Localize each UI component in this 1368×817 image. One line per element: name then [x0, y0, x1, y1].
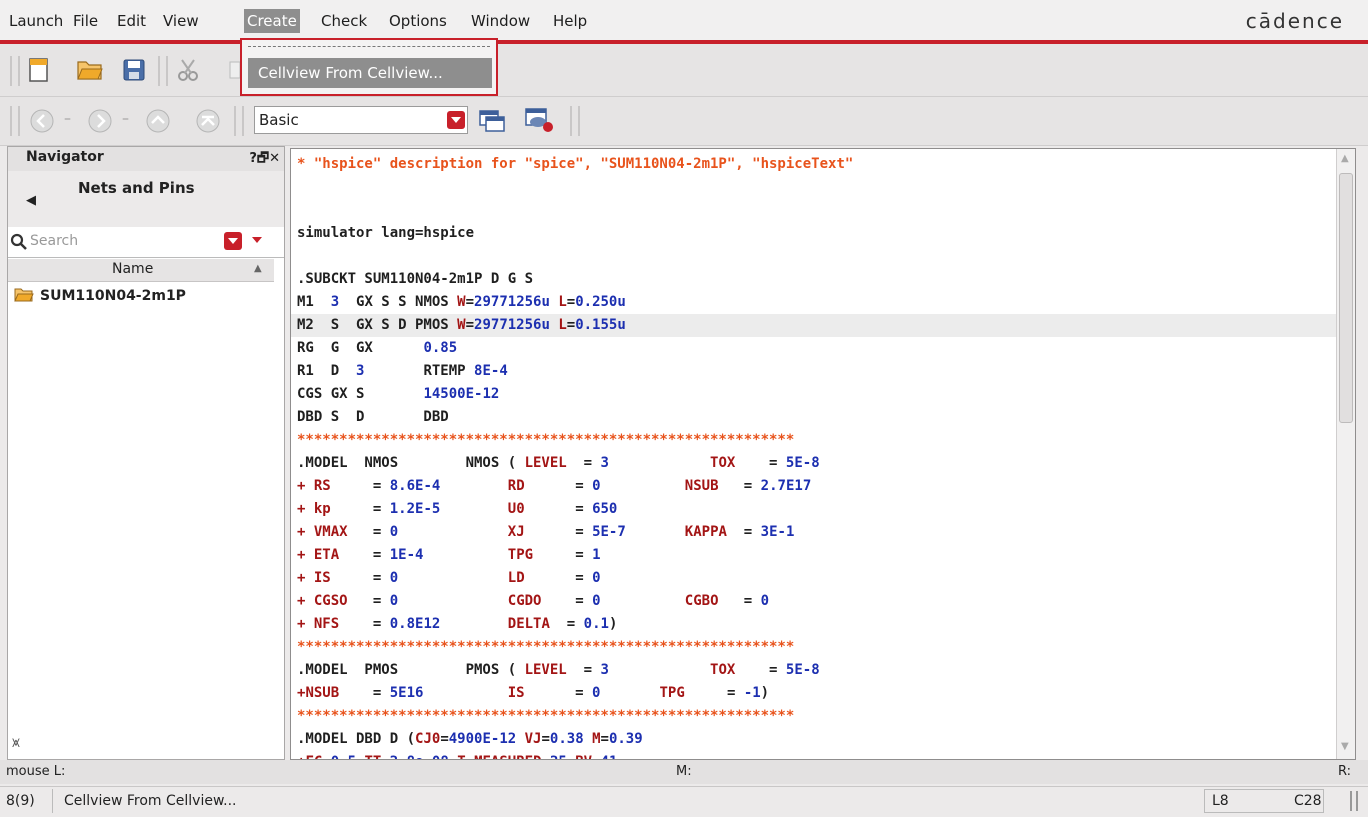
sort-ascending-icon[interactable]: ▲ [254, 263, 262, 274]
scroll-down-icon[interactable]: ▼ [1341, 741, 1349, 752]
code-line[interactable]: + IS = 0 LD = 0 [297, 567, 601, 590]
menu-window[interactable]: Window [468, 9, 533, 33]
code-line[interactable]: ****************************************… [297, 636, 794, 659]
code-line[interactable]: + CGSO = 0 CGDO = 0 CGBO = 0 [297, 590, 769, 613]
save-icon[interactable] [122, 58, 148, 82]
chevron-down-icon[interactable] [447, 111, 465, 129]
search-placeholder: Search [30, 233, 79, 249]
triangle-left-icon[interactable]: ◀ [26, 193, 36, 208]
navigator-panel: Navigator ?🗗✕ ◀ Nets and Pins Search Nam… [7, 146, 285, 760]
status-message: Cellview From Cellview... [64, 793, 237, 809]
navigator-header: Navigator ?🗗✕ [8, 147, 284, 171]
menu-view[interactable]: View [160, 9, 202, 33]
code-line[interactable]: ****************************************… [297, 705, 794, 728]
vertical-scrollbar[interactable]: ▲ ▼ [1336, 149, 1355, 759]
mouse-left-label: mouse L: [6, 764, 66, 779]
forward-icon[interactable] [86, 107, 114, 135]
back-icon[interactable] [28, 107, 56, 135]
code-line[interactable]: + kp = 1.2E-5 U0 = 650 [297, 498, 617, 521]
menu-options[interactable]: Options [386, 9, 450, 33]
mouse-middle-label: M: [676, 764, 692, 779]
code-line[interactable]: .MODEL NMOS NMOS ( LEVEL = 3 TOX = 5E-8 [297, 452, 820, 475]
code-line[interactable]: CGS GX S 14500E-12 [297, 383, 499, 406]
menu-bar: Launch File Edit View Create Check Optio… [0, 0, 1368, 40]
list-item-label: SUM110N04-2m1P [40, 288, 186, 304]
menu-create[interactable]: Create [244, 9, 300, 33]
code-line[interactable]: + ETA = 1E-4 TPG = 1 [297, 544, 601, 567]
navigator-search-input[interactable]: Search [8, 227, 284, 258]
create-menu-dropdown: Cellview From Cellview... [240, 38, 498, 96]
up-icon[interactable] [144, 107, 172, 135]
toolbar-navigation: – – [0, 97, 1368, 146]
eye-window-icon[interactable] [524, 105, 556, 135]
resize-grip[interactable] [1350, 791, 1358, 811]
code-line[interactable]: R1 D 3 RTEMP 8E-4 [297, 360, 508, 383]
menu-help[interactable]: Help [550, 9, 590, 33]
code-line[interactable]: .MODEL PMOS PMOS ( LEVEL = 3 TOX = 5E-8 [297, 659, 820, 682]
toolbar-grip[interactable] [10, 56, 20, 86]
chevron-down-icon[interactable] [252, 237, 262, 243]
code-line[interactable]: RG G GX 0.85 [297, 337, 457, 360]
cursor-column: C28 [1294, 793, 1322, 809]
code-line[interactable]: ****************************************… [297, 429, 794, 452]
workspace-combobox-value: Basic [259, 111, 299, 129]
status-bar: 8(9) Cellview From Cellview... L8 C28 [0, 786, 1368, 817]
window-stack-icon[interactable] [478, 107, 506, 133]
back-dropdown-icon[interactable]: – [64, 111, 71, 127]
menu-file[interactable]: File [70, 9, 101, 33]
menu-item-cellview-from-cellview[interactable]: Cellview From Cellview... [248, 58, 492, 88]
search-icon [10, 233, 27, 250]
navigator-view-header: ◀ Nets and Pins [8, 171, 284, 227]
code-line[interactable]: .SUBCKT SUM110N04-2m1P D G S [297, 268, 533, 291]
new-file-icon[interactable] [26, 56, 52, 84]
code-line[interactable]: DBD S D DBD [297, 406, 449, 429]
toolbar-grip[interactable] [234, 106, 244, 136]
code-line[interactable]: + VMAX = 0 XJ = 5E-7 KAPPA = 3E-1 [297, 521, 794, 544]
toolbar-grip[interactable] [158, 56, 168, 86]
menu-edit[interactable]: Edit [114, 9, 149, 33]
toolbar-file [0, 44, 1368, 97]
menu-check[interactable]: Check [318, 9, 370, 33]
menu-tearoff-separator[interactable] [248, 46, 490, 47]
mouse-status-bar: mouse L: M: R: [0, 760, 1368, 784]
copy-icon[interactable] [228, 58, 240, 82]
divider [52, 789, 53, 813]
navigator-window-buttons[interactable]: ?🗗✕ [249, 149, 280, 171]
code-area[interactable]: * "hspice" description for "spice", "SUM… [291, 153, 1337, 759]
code-line[interactable]: M2 S GX S D PMOS W=29771256u L=0.155u [297, 314, 626, 337]
scroll-up-icon[interactable]: ▲ [1341, 153, 1349, 164]
toolbar-grip[interactable] [570, 106, 580, 136]
text-editor[interactable]: * "hspice" description for "spice", "SUM… [290, 148, 1356, 760]
navigator-title: Navigator [26, 149, 104, 165]
command-counter: 8(9) [6, 793, 35, 809]
network-icon: ⩙ [12, 735, 20, 751]
navigator-column-header[interactable]: Name ▲ [8, 259, 274, 282]
search-filter-dropdown-icon[interactable] [224, 232, 242, 250]
code-line[interactable]: + RS = 8.6E-4 RD = 0 NSUB = 2.7E17 [297, 475, 811, 498]
forward-dropdown-icon[interactable]: – [122, 111, 129, 127]
cadence-logo: cādence [1245, 9, 1344, 33]
code-line[interactable]: .MODEL DBD D (CJ0=4900E-12 VJ=0.38 M=0.3… [297, 728, 643, 751]
workspace-combobox[interactable]: Basic [254, 106, 468, 134]
cut-icon[interactable] [176, 58, 202, 82]
column-name-label: Name [112, 261, 154, 277]
code-line[interactable]: simulator lang=hspice [297, 222, 474, 245]
top-icon[interactable] [194, 107, 222, 135]
open-folder-icon[interactable] [76, 58, 104, 82]
list-item[interactable]: SUM110N04-2m1P [14, 287, 186, 304]
code-line[interactable]: +NSUB = 5E16 IS = 0 TPG = -1) [297, 682, 769, 705]
cursor-line: L8 [1212, 793, 1229, 809]
scrollbar-thumb[interactable] [1339, 173, 1353, 423]
code-line[interactable]: +FC=0.5 TT=2.8e-08 T_MEASURED=25 BV=41 [297, 751, 617, 759]
code-line[interactable]: M1 3 GX S S NMOS W=29771256u L=0.250u [297, 291, 626, 314]
toolbar-grip[interactable] [10, 106, 20, 136]
navigator-view-title: Nets and Pins [78, 179, 195, 197]
mouse-right-label: R: [1338, 764, 1352, 779]
code-line[interactable]: + NFS = 0.8E12 DELTA = 0.1) [297, 613, 617, 636]
code-line[interactable]: * "hspice" description for "spice", "SUM… [297, 153, 853, 176]
folder-icon [14, 288, 34, 302]
menu-launch[interactable]: Launch [6, 9, 66, 33]
